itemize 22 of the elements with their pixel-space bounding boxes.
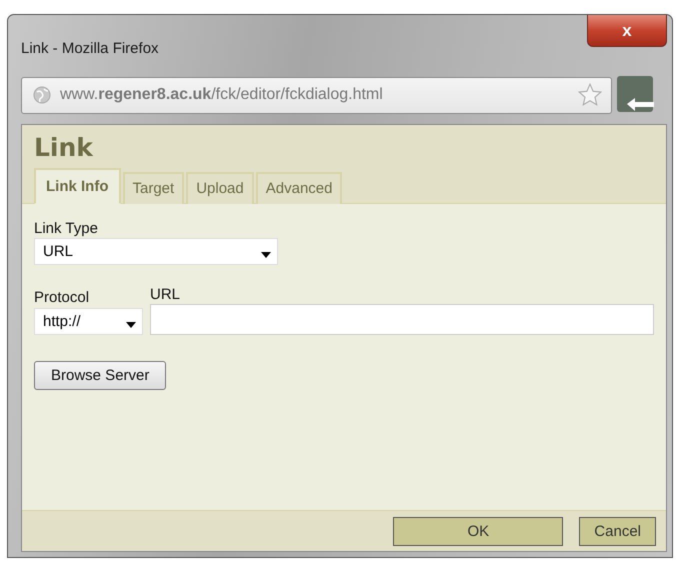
- tab[interactable]: Advanced: [256, 172, 342, 204]
- star-icon[interactable]: [577, 82, 603, 108]
- field-label: URL: [150, 286, 182, 303]
- globe-icon: [32, 85, 52, 105]
- tab[interactable]: Target: [122, 172, 184, 204]
- dialog-button[interactable]: Cancel: [579, 516, 656, 546]
- url-input[interactable]: [150, 304, 654, 335]
- link-type-dropdown[interactable]: URL: [34, 238, 278, 265]
- field-label: Protocol: [34, 289, 90, 306]
- tab[interactable]: Upload: [186, 172, 254, 204]
- address-bar[interactable]: www.regener8.ac.uk/fck/editor/fckdialog.html: [21, 76, 612, 114]
- window-title: Link - Mozilla Firefox: [21, 40, 159, 57]
- field-label: Link Type: [34, 220, 98, 237]
- protocol-dropdown[interactable]: http://: [34, 308, 143, 335]
- tab[interactable]: Link Info: [34, 168, 120, 204]
- caret-icon: [261, 252, 271, 258]
- url-text: www.regener8.ac.uk/fck/editor/fckdialog.html: [60, 86, 384, 104]
- dialog-button[interactable]: OK: [393, 516, 564, 546]
- close-button[interactable]: x: [587, 15, 667, 47]
- caret-icon: [126, 322, 136, 328]
- dialog-title: Link: [34, 133, 94, 162]
- browse-server-button[interactable]: Browse Server: [34, 361, 166, 390]
